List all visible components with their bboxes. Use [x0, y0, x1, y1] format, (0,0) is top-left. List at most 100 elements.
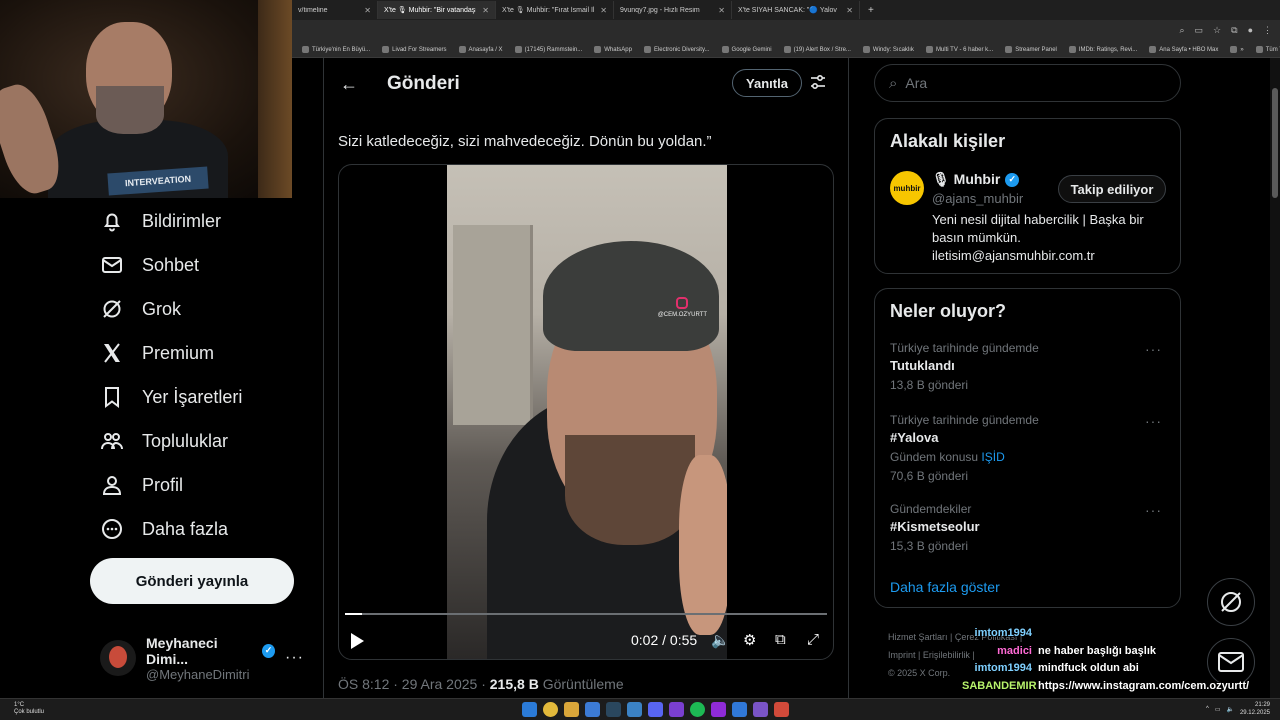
- bookmark-item[interactable]: IMDb: Ratings, Revi...: [1068, 46, 1138, 53]
- show-more-link[interactable]: Daha fazla göster: [890, 579, 1000, 595]
- volume-icon[interactable]: 🔈: [1226, 706, 1233, 713]
- app-icon[interactable]: [753, 702, 768, 717]
- close-tab-icon[interactable]: ✕: [840, 6, 853, 15]
- app-icon[interactable]: [732, 702, 747, 717]
- video-player[interactable]: @CEM.OZYURTT 0:02 / 0:55 🔈 ⚙ ⧉ ⤢: [338, 164, 834, 660]
- bookmark-label: IMDb: Ratings, Revi...: [1078, 46, 1138, 53]
- file-explorer-icon[interactable]: [564, 702, 579, 717]
- tray-chevron-icon[interactable]: ^: [1206, 706, 1209, 712]
- bookmark-item[interactable]: Multi TV - 6 haber k...: [925, 46, 993, 53]
- bookmark-item[interactable]: Windy: Sıcaklık: [862, 46, 914, 53]
- bookmark-item[interactable]: Tüm Yer İşaretleri: [1255, 46, 1280, 53]
- play-icon[interactable]: [351, 633, 364, 649]
- app-icon[interactable]: [627, 702, 642, 717]
- discord-icon[interactable]: [648, 702, 663, 717]
- bookmark-item[interactable]: »: [1230, 46, 1244, 53]
- weather-temp: 1°C: [14, 702, 25, 708]
- profile-icon[interactable]: ●: [1248, 25, 1253, 36]
- spotify-icon[interactable]: [690, 702, 705, 717]
- browser-tab-strip: v/timeline ✕ X'te 🎙 Muhbir: "Bir vatandaşı…: [292, 0, 1280, 20]
- browser-tab[interactable]: X'te SİYAH SANCAK: "🔵 Yalov ✕: [732, 1, 860, 19]
- bookmark-item[interactable]: Ana Sayfa • HBO Max: [1149, 46, 1218, 53]
- reply-button[interactable]: Yanıtla: [732, 69, 802, 97]
- network-icon[interactable]: ▭: [1215, 706, 1221, 713]
- post-button[interactable]: Gönderi yayınla: [90, 558, 294, 604]
- browser-tab[interactable]: 9vunqy7.jpg - Hızlı Resim ✕: [614, 1, 732, 19]
- app-icon[interactable]: [585, 702, 600, 717]
- clock[interactable]: 21:29 29.12.2025: [1240, 701, 1270, 717]
- weather-widget[interactable]: 1°C Çok bulutlu: [14, 702, 44, 716]
- close-tab-icon[interactable]: ✕: [358, 6, 371, 15]
- zoom-icon[interactable]: ⌕: [1179, 25, 1184, 36]
- nav-item-x-logo[interactable]: Premium: [100, 331, 214, 375]
- clock-date: 29.12.2025: [1239, 710, 1270, 716]
- close-tab-icon[interactable]: ✕: [476, 6, 489, 15]
- menu-icon[interactable]: ⋮: [1263, 25, 1272, 36]
- account-switcher[interactable]: Meyhaneci Dimi... ✓ @MeyhaneDimitri ···: [100, 635, 310, 682]
- search-input[interactable]: ⌕ Ara: [874, 64, 1181, 102]
- extensions-icon[interactable]: ⧉: [1231, 25, 1237, 36]
- app-icon[interactable]: [711, 702, 726, 717]
- trend-item[interactable]: Türkiye tarihinde gündemde Tutuklandı 13…: [890, 341, 1170, 392]
- nav-item-envelope[interactable]: Sohbet: [100, 243, 199, 287]
- bookmark-favicon-icon: [1005, 46, 1013, 53]
- nav-item-grok[interactable]: Grok: [100, 287, 181, 331]
- filter-sliders-icon[interactable]: [810, 74, 826, 90]
- bookmark-label: (17145) Rammstein...: [524, 46, 583, 53]
- app-icon[interactable]: [774, 702, 789, 717]
- more-options-icon[interactable]: ···: [285, 649, 304, 667]
- following-button[interactable]: Takip ediliyor: [1058, 175, 1166, 203]
- search-icon: ⌕: [889, 74, 898, 92]
- windows-start-icon[interactable]: [522, 702, 537, 717]
- bookmark-item[interactable]: Türkiye'nin En Büyü...: [302, 46, 370, 53]
- trend-more-icon[interactable]: ···: [1145, 341, 1162, 357]
- nav-item-communities[interactable]: Topluluklar: [100, 419, 228, 463]
- grok-fab-button[interactable]: [1207, 578, 1255, 626]
- back-arrow-icon[interactable]: ←: [340, 74, 358, 95]
- nav-item-more-circle[interactable]: Daha fazla: [100, 507, 228, 551]
- steam-icon[interactable]: [606, 702, 621, 717]
- bookmark-item[interactable]: (17145) Rammstein...: [514, 46, 583, 53]
- nav-item-bookmark[interactable]: Yer İşaretleri: [100, 375, 242, 419]
- volume-icon[interactable]: 🔈: [711, 631, 730, 649]
- browser-tab[interactable]: X'te 🎙 Muhbir: "Bir vatandaşı ✕: [378, 1, 496, 19]
- trend-item[interactable]: Gündemdekiler #Kismetseolur 15,3 B gönde…: [890, 502, 1170, 553]
- browser-tab[interactable]: X'te 🎙 Muhbir: "Fırat İsmail İl ✕: [496, 1, 614, 19]
- related-avatar[interactable]: muhbir: [890, 171, 924, 205]
- close-tab-icon[interactable]: ✕: [594, 6, 607, 15]
- post-timestamp[interactable]: ÖS 8:12 · 29 Ara 2025 ·: [338, 676, 490, 692]
- cast-icon[interactable]: ▭: [1195, 25, 1204, 36]
- scrollbar-thumb[interactable]: [1272, 88, 1278, 198]
- trend-more-icon[interactable]: ···: [1145, 502, 1162, 518]
- close-tab-icon[interactable]: ✕: [712, 6, 725, 15]
- settings-gear-icon[interactable]: ⚙: [743, 631, 761, 649]
- related-name[interactable]: 🎙 Muhbir: [932, 171, 1000, 188]
- bookmark-item[interactable]: Google Gemini: [721, 46, 772, 53]
- video-progress-bar[interactable]: [345, 613, 827, 615]
- nav-item-profile[interactable]: Profil: [100, 463, 183, 507]
- trend-more-icon[interactable]: ···: [1145, 413, 1162, 429]
- bookmark-item[interactable]: Livad For Streamers: [382, 46, 447, 53]
- footer-link[interactable]: Imprint: [888, 650, 916, 660]
- fullscreen-icon[interactable]: ⤢: [807, 631, 825, 649]
- chat-text: https://www.instagram.com/cem.ozyurtt/: [1038, 679, 1250, 692]
- app-icon[interactable]: [669, 702, 684, 717]
- bookmark-item[interactable]: Streamer Panel: [1005, 46, 1057, 53]
- chrome-icon[interactable]: [543, 702, 558, 717]
- page-scrollbar[interactable]: [1270, 58, 1280, 698]
- bookmark-item[interactable]: Electronic Diversity...: [643, 46, 710, 53]
- trend-topic-link[interactable]: IŞİD: [981, 450, 1004, 464]
- footer-link[interactable]: Hizmet Şartları: [888, 632, 948, 642]
- browser-tab[interactable]: v/timeline ✕: [292, 1, 378, 19]
- trend-item[interactable]: Türkiye tarihinde gündemde #Yalova Günde…: [890, 413, 1170, 483]
- bookmark-item[interactable]: Anasayfa / X: [458, 46, 503, 53]
- bookmark-item[interactable]: (19) Alert Box / Stre...: [783, 46, 851, 53]
- nav-item-bell[interactable]: Bildirimler: [100, 199, 221, 243]
- post-metadata: ÖS 8:12 · 29 Ara 2025 · 215,8 B Görüntül…: [338, 676, 624, 692]
- new-tab-button[interactable]: +: [860, 5, 882, 16]
- bookmark-item[interactable]: WhatsApp: [594, 46, 632, 53]
- video-frame[interactable]: @CEM.OZYURTT: [447, 165, 727, 659]
- star-icon[interactable]: ☆: [1213, 25, 1221, 36]
- profile-icon: [102, 476, 122, 495]
- picture-in-picture-icon[interactable]: ⧉: [775, 631, 793, 649]
